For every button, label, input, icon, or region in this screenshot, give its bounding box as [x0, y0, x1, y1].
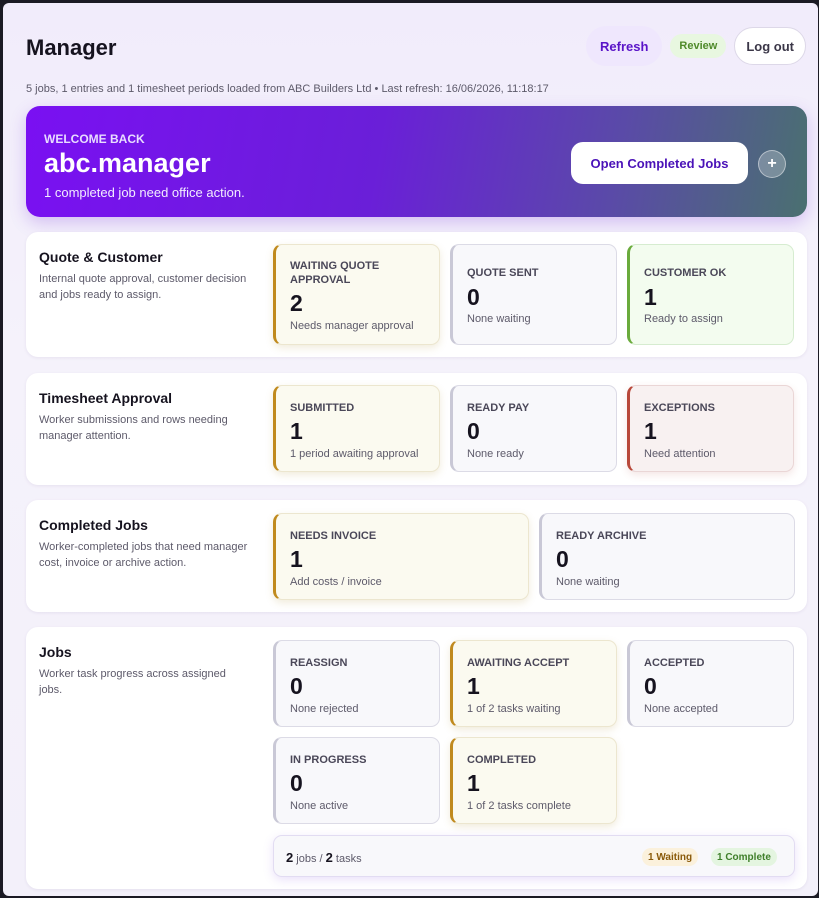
- jobs-summary-text: 2 jobs / 2 tasks: [286, 850, 362, 865]
- card-label: READY ARCHIVE: [556, 530, 647, 542]
- section-title: Completed Jobs: [39, 517, 148, 533]
- welcome-banner: WELCOME BACK abc.manager 1 completed job…: [26, 106, 807, 217]
- card-ready-archive[interactable]: READY ARCHIVE 0 None waiting: [539, 513, 795, 600]
- card-label: IN PROGRESS: [290, 754, 367, 766]
- card-value: 1: [467, 673, 480, 699]
- card-subtext: None rejected: [290, 703, 359, 715]
- card-value: 1: [290, 546, 303, 572]
- card-value: 0: [467, 418, 480, 444]
- card-subtext: None accepted: [644, 703, 718, 715]
- card-subtext: 1 of 2 tasks complete: [467, 800, 571, 812]
- card-label: EXCEPTIONS: [644, 402, 715, 414]
- section-timesheet-approval: Timesheet Approval Worker submissions an…: [26, 373, 807, 485]
- page-title: Manager: [26, 35, 117, 60]
- card-reassign[interactable]: REASSIGN 0 None rejected: [273, 640, 440, 727]
- complete-pill[interactable]: 1 Complete: [711, 848, 777, 866]
- card-completed[interactable]: COMPLETED 1 1 of 2 tasks complete: [450, 737, 617, 824]
- card-subtext: 1 of 2 tasks waiting: [467, 703, 561, 715]
- tasks-count: 2: [325, 850, 333, 865]
- plus-icon[interactable]: +: [758, 150, 786, 178]
- card-label: QUOTE SENT: [467, 267, 539, 279]
- card-label: WAITING QUOTE APPROVAL: [290, 260, 380, 286]
- refresh-button[interactable]: Refresh: [586, 26, 663, 66]
- card-subtext: None active: [290, 800, 349, 812]
- section-description: Internal quote approval, customer decisi…: [39, 273, 247, 301]
- card-accepted[interactable]: ACCEPTED 0 None accepted: [627, 640, 794, 727]
- logout-button[interactable]: Log out: [734, 27, 806, 65]
- card-label: REASSIGN: [290, 657, 348, 669]
- jobs-word: jobs /: [293, 853, 326, 865]
- welcome-message: 1 completed job need office action.: [44, 185, 245, 200]
- username: abc.manager: [44, 148, 211, 178]
- waiting-pill[interactable]: 1 Waiting: [642, 848, 699, 866]
- card-label: COMPLETED: [467, 754, 537, 766]
- card-label: READY PAY: [467, 402, 530, 414]
- section-quote-customer: Quote & Customer Internal quote approval…: [26, 232, 807, 357]
- card-subtext: None ready: [467, 448, 524, 460]
- card-subtext: 1 period awaiting approval: [290, 448, 419, 460]
- card-label: AWAITING ACCEPT: [467, 657, 570, 669]
- card-exceptions[interactable]: EXCEPTIONS 1 Need attention: [627, 385, 794, 472]
- welcome-kicker: WELCOME BACK: [44, 132, 145, 146]
- card-quote-sent[interactable]: QUOTE SENT 0 None waiting: [450, 244, 617, 345]
- card-value: 0: [644, 673, 657, 699]
- section-title: Timesheet Approval: [39, 390, 173, 406]
- card-needs-invoice[interactable]: NEEDS INVOICE 1 Add costs / invoice: [273, 513, 529, 600]
- card-value: 0: [467, 284, 480, 310]
- section-description: Worker-completed jobs that need manager …: [39, 541, 248, 569]
- card-subtext: Need attention: [644, 448, 716, 460]
- card-in-progress[interactable]: IN PROGRESS 0 None active: [273, 737, 440, 824]
- review-badge[interactable]: Review: [670, 34, 727, 58]
- card-value: 0: [556, 546, 569, 572]
- card-submitted[interactable]: SUBMITTED 1 1 period awaiting approval: [273, 385, 440, 472]
- card-value: 0: [290, 673, 303, 699]
- card-subtext: Add costs / invoice: [290, 576, 382, 588]
- card-subtext: Ready to assign: [644, 313, 723, 325]
- section-title: Jobs: [39, 644, 72, 660]
- section-description: Worker submissions and rows needing mana…: [39, 414, 228, 442]
- card-value: 1: [290, 418, 303, 444]
- card-value: 2: [290, 290, 303, 316]
- card-ready-pay[interactable]: READY PAY 0 None ready: [450, 385, 617, 472]
- card-value: 1: [467, 770, 480, 796]
- load-status-text: 5 jobs, 1 entries and 1 timesheet period…: [26, 83, 549, 95]
- card-value: 1: [644, 418, 657, 444]
- card-label: SUBMITTED: [290, 402, 355, 414]
- jobs-summary-bar: 2 jobs / 2 tasks 1 Waiting 1 Complete: [273, 835, 795, 877]
- card-subtext: None waiting: [556, 576, 620, 588]
- card-customer-ok[interactable]: CUSTOMER OK 1 Ready to assign: [627, 244, 794, 345]
- card-value: 0: [290, 770, 303, 796]
- section-jobs: Jobs Worker task progress across assigne…: [26, 627, 807, 889]
- header-actions: Refresh Review Log out: [586, 26, 806, 66]
- card-subtext: None waiting: [467, 313, 531, 325]
- card-label: CUSTOMER OK: [644, 267, 727, 279]
- app-window: Manager 5 jobs, 1 entries and 1 timeshee…: [3, 3, 818, 896]
- section-description: Worker task progress across assigned job…: [39, 668, 226, 696]
- section-title: Quote & Customer: [39, 249, 163, 265]
- card-awaiting-accept[interactable]: AWAITING ACCEPT 1 1 of 2 tasks waiting: [450, 640, 617, 727]
- card-subtext: Needs manager approval: [290, 320, 414, 332]
- card-waiting-quote-approval[interactable]: WAITING QUOTE APPROVAL 2 Needs manager a…: [273, 244, 440, 345]
- card-label: NEEDS INVOICE: [290, 530, 377, 542]
- card-value: 1: [644, 284, 657, 310]
- tasks-word: tasks: [332, 853, 362, 865]
- card-label: ACCEPTED: [644, 657, 705, 669]
- open-completed-jobs-button[interactable]: Open Completed Jobs: [571, 142, 748, 184]
- section-completed-jobs: Completed Jobs Worker-completed jobs tha…: [26, 500, 807, 612]
